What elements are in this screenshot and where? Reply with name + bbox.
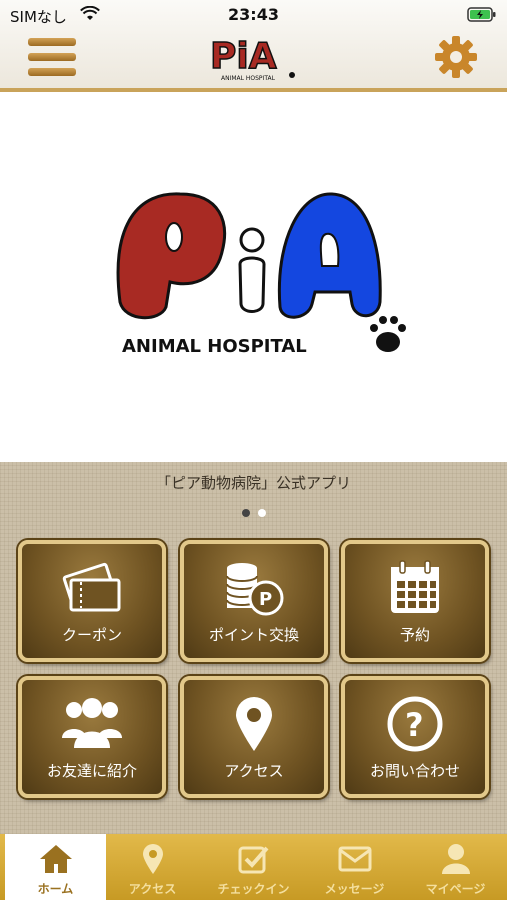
- tab-label: チェックイン: [217, 882, 290, 896]
- tab-access[interactable]: アクセス: [102, 834, 203, 900]
- clinic-logo: ANIMAL HOSPITAL: [116, 192, 406, 357]
- main-menu-area: 「ピア動物病院」公式アプリ クーポン P ポイント交換 予約 お友達に紹介 アク…: [0, 462, 507, 834]
- tile-point-exchange[interactable]: P ポイント交換: [180, 540, 328, 662]
- carousel-dot-2[interactable]: [257, 509, 266, 517]
- user-icon: [441, 844, 470, 874]
- svg-text:PiA: PiA: [210, 36, 277, 77]
- settings-gear-icon[interactable]: [433, 34, 479, 80]
- tile-label: ポイント交換: [208, 626, 299, 644]
- tile-contact[interactable]: ? お問い合わせ: [341, 676, 489, 798]
- tile-label: お問い合わせ: [369, 762, 460, 780]
- tile-refer-friend[interactable]: お友達に紹介: [18, 676, 166, 798]
- svg-text:ANIMAL HOSPITAL: ANIMAL HOSPITAL: [122, 336, 307, 357]
- tab-mypage[interactable]: マイページ: [405, 834, 506, 900]
- app-header: SIMなし 23:43 PiA ANIMAL HOSPITAL: [0, 0, 507, 92]
- question-icon: ?: [387, 696, 443, 752]
- home-icon: [39, 845, 72, 873]
- ticket-icon: [62, 562, 121, 612]
- tile-reservation[interactable]: 予約: [341, 540, 489, 662]
- status-bar: SIMなし 23:43: [0, 0, 507, 30]
- battery-icon: [467, 7, 496, 22]
- clock: 23:43: [228, 5, 279, 24]
- carousel-dot-1[interactable]: [241, 509, 250, 517]
- tile-access[interactable]: アクセス: [180, 676, 328, 798]
- header-logo: PiA ANIMAL HOSPITAL: [209, 35, 295, 82]
- svg-text:P: P: [259, 589, 272, 610]
- map-pin-icon: [142, 844, 163, 874]
- coins-icon: P: [226, 563, 284, 616]
- banner-caption: 「ピア動物病院」公式アプリ: [155, 474, 351, 492]
- mail-icon: [338, 846, 371, 872]
- tile-label: アクセス: [224, 762, 284, 780]
- svg-text:ANIMAL HOSPITAL: ANIMAL HOSPITAL: [221, 75, 276, 82]
- tab-label: アクセス: [128, 882, 177, 896]
- people-icon: [62, 698, 122, 748]
- tab-home[interactable]: ホーム: [5, 834, 106, 900]
- tile-label: お友達に紹介: [46, 762, 137, 780]
- tab-message[interactable]: メッセージ: [304, 834, 405, 900]
- tile-coupon[interactable]: クーポン: [18, 540, 166, 662]
- tab-label: ホーム: [37, 882, 74, 896]
- carousel-dots[interactable]: [0, 502, 507, 521]
- svg-text:?: ?: [405, 706, 424, 744]
- tab-checkin[interactable]: チェックイン: [203, 834, 304, 900]
- checkin-icon: [238, 846, 268, 874]
- tile-label: 予約: [399, 626, 430, 644]
- hero-banner[interactable]: ANIMAL HOSPITAL: [0, 92, 507, 462]
- calendar-icon: [391, 560, 439, 613]
- tab-label: メッセージ: [324, 882, 385, 896]
- menu-button[interactable]: [28, 38, 76, 78]
- tab-label: マイページ: [425, 882, 486, 896]
- tile-label: クーポン: [61, 626, 122, 644]
- map-pin-icon: [236, 697, 272, 751]
- tab-bar: ホーム アクセス チェックイン メッセージ マイページ: [0, 834, 507, 900]
